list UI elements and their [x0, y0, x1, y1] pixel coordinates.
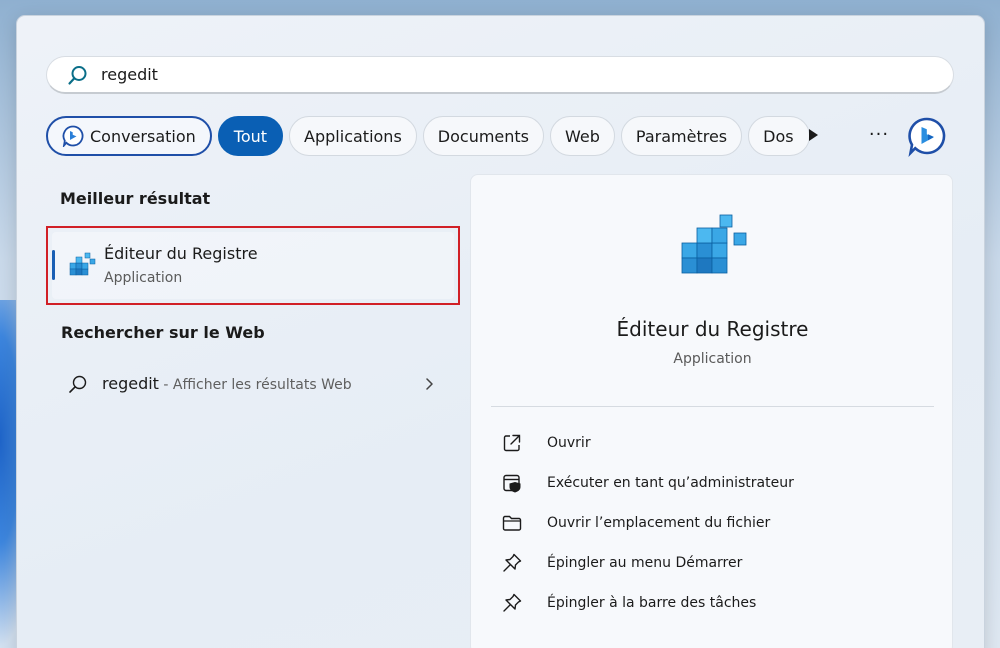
shield-admin-icon [503, 474, 521, 493]
chevron-right-icon [426, 378, 433, 390]
action-pin-start[interactable]: Épingler au menu Démarrer [493, 545, 923, 581]
best-result-header: Meilleur résultat [60, 189, 211, 208]
folder-icon [502, 515, 522, 531]
selection-indicator [52, 250, 55, 280]
filter-conversation[interactable]: Conversation [46, 116, 212, 156]
filter-documents-label: Documents [437, 126, 530, 146]
action-open-location[interactable]: Ouvrir l’emplacement du fichier [493, 505, 923, 541]
open-external-icon [503, 434, 521, 452]
action-ouvrir-label: Ouvrir [547, 435, 591, 451]
registry-editor-icon [69, 252, 96, 276]
web-query-text: regedit [102, 374, 159, 393]
scroll-filters-play-icon[interactable] [805, 127, 821, 143]
filter-dossiers[interactable]: Dos [748, 116, 811, 156]
filter-tout[interactable]: Tout [217, 116, 284, 156]
filter-applications-label: Applications [304, 126, 402, 146]
detail-divider [491, 406, 934, 407]
pin-icon [503, 553, 522, 572]
search-icon [68, 65, 87, 85]
filter-parametres[interactable]: Paramètres [620, 116, 743, 156]
bing-chat-icon [62, 125, 84, 147]
action-pin-taskbar-label: Épingler à la barre des tâches [547, 595, 757, 611]
action-pin-taskbar[interactable]: Épingler à la barre des tâches [493, 585, 923, 621]
bing-icon[interactable] [907, 117, 947, 157]
filter-dossiers-label: Dos [763, 126, 794, 146]
filter-conversation-label: Conversation [90, 126, 196, 146]
search-input[interactable] [101, 59, 901, 90]
action-open-location-label: Ouvrir l’emplacement du fichier [547, 515, 771, 531]
best-result-subtitle: Application [104, 270, 183, 286]
filter-web[interactable]: Web [550, 116, 615, 156]
web-search-item[interactable]: regedit - Afficher les résultats Web [48, 362, 448, 406]
web-query-hint: - Afficher les résultats Web [158, 377, 352, 393]
best-result-title: Éditeur du Registre [104, 244, 258, 263]
filter-web-label: Web [565, 126, 600, 146]
more-options-button[interactable]: ··· [866, 125, 892, 145]
filter-applications[interactable]: Applications [289, 116, 417, 156]
filter-documents[interactable]: Documents [422, 116, 545, 156]
filter-parametres-label: Paramètres [635, 126, 728, 146]
action-run-as-admin[interactable]: Exécuter en tant qu’administrateur [493, 465, 923, 501]
registry-editor-icon [681, 214, 747, 274]
action-ouvrir[interactable]: Ouvrir [493, 425, 923, 461]
search-icon [69, 375, 87, 393]
web-search-query: regedit - Afficher les résultats Web [102, 374, 352, 393]
filter-bar: Conversation Tout Applications Documents… [46, 116, 816, 156]
best-result-item[interactable]: Éditeur du Registre Application [46, 226, 460, 305]
action-run-as-admin-label: Exécuter en tant qu’administrateur [547, 475, 794, 491]
detail-pane: Éditeur du Registre Application Ouvrir E… [470, 174, 953, 648]
pin-icon [503, 593, 522, 612]
search-box[interactable] [46, 56, 954, 94]
detail-title: Éditeur du Registre [616, 317, 809, 341]
action-pin-start-label: Épingler au menu Démarrer [547, 555, 743, 571]
detail-subtitle: Application [673, 351, 752, 367]
filter-tout-label: Tout [233, 126, 268, 146]
web-search-header: Rechercher sur le Web [61, 323, 265, 342]
best-result-card [52, 232, 454, 299]
